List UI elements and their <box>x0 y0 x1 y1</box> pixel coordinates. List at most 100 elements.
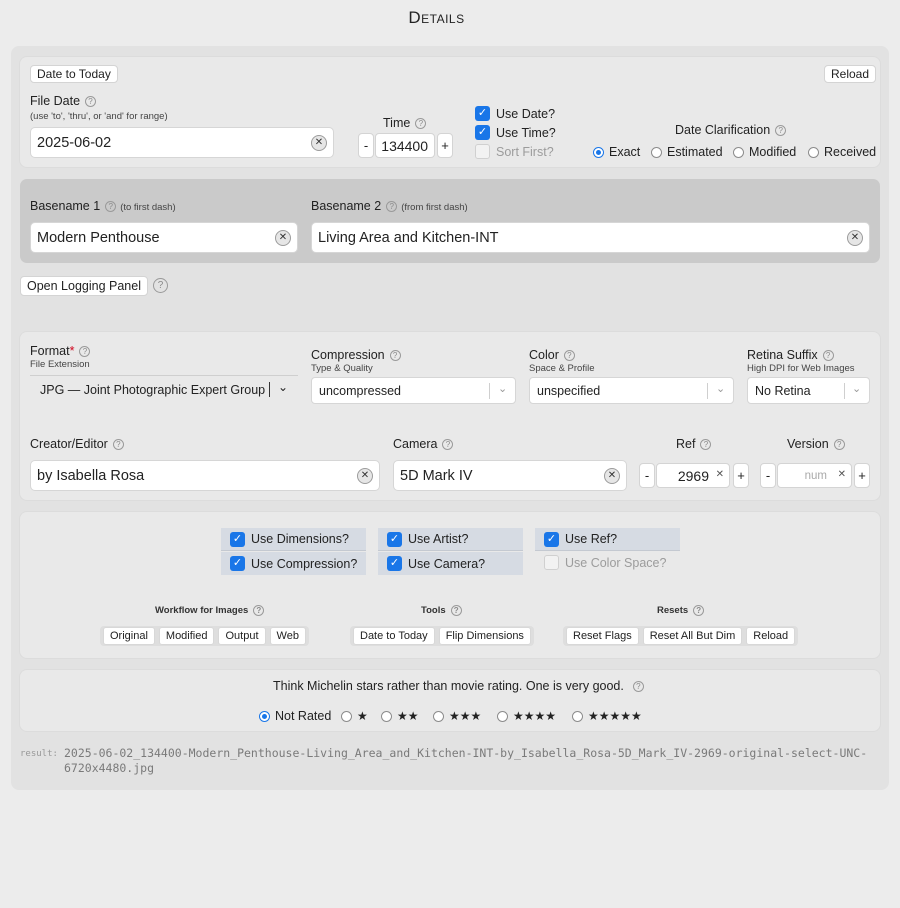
basename2-input[interactable]: Living Area and Kitchen-INT ✕ <box>311 222 870 253</box>
clear-icon[interactable]: ✕ <box>357 468 373 484</box>
check-icon: ✓ <box>230 531 245 547</box>
camera-input[interactable]: 5D Mark IV ✕ <box>393 460 627 491</box>
help-icon[interactable]: ? <box>79 346 91 358</box>
use-compression-toggle[interactable]: ✓ Use Compression? <box>221 552 366 575</box>
time-input[interactable]: 134400 <box>375 133 435 158</box>
color-select[interactable]: unspecified ⌄ <box>529 377 734 404</box>
compression-select[interactable]: uncompressed ⌄ <box>311 377 516 404</box>
use-camera-toggle[interactable]: ✓ Use Camera? <box>378 552 523 575</box>
rating-1-star-radio[interactable]: ★ <box>341 709 368 723</box>
clear-icon[interactable]: ✕ <box>716 469 724 480</box>
rating-5-star-radio[interactable]: ★★★★★ <box>572 709 642 723</box>
resets-reload-button[interactable]: Reload <box>746 627 796 645</box>
format-select[interactable]: JPG — Joint Photographic Expert Group ⌄ <box>30 375 298 403</box>
use-artist-toggle[interactable]: ✓ Use Artist? <box>378 528 523 551</box>
tools-title: Tools? <box>421 605 462 616</box>
radio-icon <box>433 710 444 722</box>
clarification-exact-radio[interactable]: Exact <box>593 145 640 159</box>
use-dimensions-toggle[interactable]: ✓ Use Dimensions? <box>221 528 366 551</box>
version-decrement-button[interactable]: - <box>760 463 776 488</box>
select-separator <box>489 383 490 399</box>
clarification-estimated-radio[interactable]: Estimated <box>651 145 723 159</box>
workflow-output-button[interactable]: Output <box>218 627 266 645</box>
use-ref-toggle[interactable]: ✓ Use Ref? <box>535 528 680 551</box>
help-icon[interactable]: ? <box>105 201 117 213</box>
rating-hint: Think Michelin stars rather than movie r… <box>273 679 644 693</box>
help-icon[interactable]: ? <box>822 350 834 362</box>
select-separator <box>269 382 270 397</box>
time-decrement-button[interactable]: - <box>358 133 374 158</box>
workflow-web-button[interactable]: Web <box>269 627 306 645</box>
clear-icon[interactable]: ✕ <box>311 135 327 151</box>
ref-input[interactable]: 2969 ✕ <box>656 463 730 488</box>
creator-label: Creator/Editor? <box>30 437 124 451</box>
format-label: Format*? <box>30 344 91 358</box>
help-icon[interactable]: ? <box>112 439 124 451</box>
time-increment-button[interactable]: + <box>437 133 453 158</box>
help-icon[interactable]: ? <box>85 96 97 108</box>
star-icon: ★★ <box>397 709 419 723</box>
chevron-down-icon[interactable]: ⌄ <box>498 382 507 395</box>
format-sub: File Extension <box>30 359 90 370</box>
clear-icon[interactable]: ✕ <box>604 468 620 484</box>
tools-button-group: Date to Today Flip Dimensions <box>350 626 534 646</box>
reset-flags-button[interactable]: Reset Flags <box>566 627 639 645</box>
rating-not-rated-radio[interactable]: Not Rated <box>259 709 331 723</box>
tools-flip-dimensions-button[interactable]: Flip Dimensions <box>438 627 531 645</box>
sort-first-checkbox[interactable]: Sort First? <box>475 144 554 159</box>
help-icon[interactable]: ? <box>833 439 845 451</box>
ref-increment-button[interactable]: + <box>733 463 749 488</box>
help-icon[interactable]: ? <box>775 125 787 137</box>
file-date-input[interactable]: 2025-06-02 ✕ <box>30 127 334 158</box>
help-icon[interactable]: ? <box>153 278 168 293</box>
radio-icon <box>733 146 744 158</box>
version-increment-button[interactable]: + <box>854 463 870 488</box>
creator-input[interactable]: by Isabella Rosa ✕ <box>30 460 380 491</box>
star-icon: ★★★ <box>449 709 482 723</box>
clarification-modified-radio[interactable]: Modified <box>733 145 796 159</box>
help-icon[interactable]: ? <box>253 605 265 616</box>
date-to-today-button[interactable]: Date to Today <box>30 65 118 83</box>
tools-date-to-today-button[interactable]: Date to Today <box>353 627 435 645</box>
use-time-checkbox[interactable]: ✓ Use Time? <box>475 125 556 140</box>
use-date-checkbox[interactable]: ✓ Use Date? <box>475 106 555 121</box>
workflow-modified-button[interactable]: Modified <box>158 627 215 645</box>
color-label: Color? <box>529 348 575 362</box>
reset-all-but-dim-button[interactable]: Reset All But Dim <box>642 627 743 645</box>
help-icon[interactable]: ? <box>563 350 575 362</box>
rating-2-star-radio[interactable]: ★★ <box>381 709 419 723</box>
help-icon[interactable]: ? <box>450 605 462 616</box>
help-icon[interactable]: ? <box>632 681 644 693</box>
rating-3-star-radio[interactable]: ★★★ <box>433 709 481 723</box>
check-icon: ✓ <box>230 556 245 571</box>
ref-decrement-button[interactable]: - <box>639 463 655 488</box>
help-icon[interactable]: ? <box>389 350 401 362</box>
clear-icon[interactable]: ✕ <box>275 230 291 246</box>
radio-icon <box>341 710 352 722</box>
check-icon: ✓ <box>475 106 490 121</box>
chevron-down-icon[interactable]: ⌄ <box>852 382 861 395</box>
clarification-received-radio[interactable]: Received <box>808 145 876 159</box>
chevron-down-icon[interactable]: ⌄ <box>278 380 288 394</box>
result-filename: 2025-06-02_134400-Modern_Penthouse-Livin… <box>64 746 868 775</box>
help-icon[interactable]: ? <box>442 439 454 451</box>
clear-icon[interactable]: ✕ <box>847 230 863 246</box>
reload-button[interactable]: Reload <box>824 65 877 83</box>
help-icon[interactable]: ? <box>693 605 705 616</box>
retina-select[interactable]: No Retina ⌄ <box>747 377 870 404</box>
workflow-original-button[interactable]: Original <box>103 627 155 645</box>
help-icon[interactable]: ? <box>386 201 398 213</box>
select-separator <box>844 383 845 399</box>
chevron-down-icon[interactable]: ⌄ <box>716 382 725 395</box>
open-logging-panel-button[interactable]: Open Logging Panel <box>20 276 148 296</box>
rating-4-star-radio[interactable]: ★★★★ <box>497 709 556 723</box>
ref-value: 2969 <box>677 467 709 484</box>
help-icon[interactable]: ? <box>700 439 712 451</box>
clear-icon[interactable]: ✕ <box>838 469 846 480</box>
use-color-space-checkbox[interactable]: Use Color Space? <box>544 555 666 570</box>
version-input[interactable]: num ✕ <box>777 463 852 488</box>
compression-value: uncompressed <box>319 383 401 398</box>
help-icon[interactable]: ? <box>415 118 427 130</box>
compression-sub: Type & Quality <box>311 363 373 374</box>
basename1-input[interactable]: Modern Penthouse ✕ <box>30 222 298 253</box>
